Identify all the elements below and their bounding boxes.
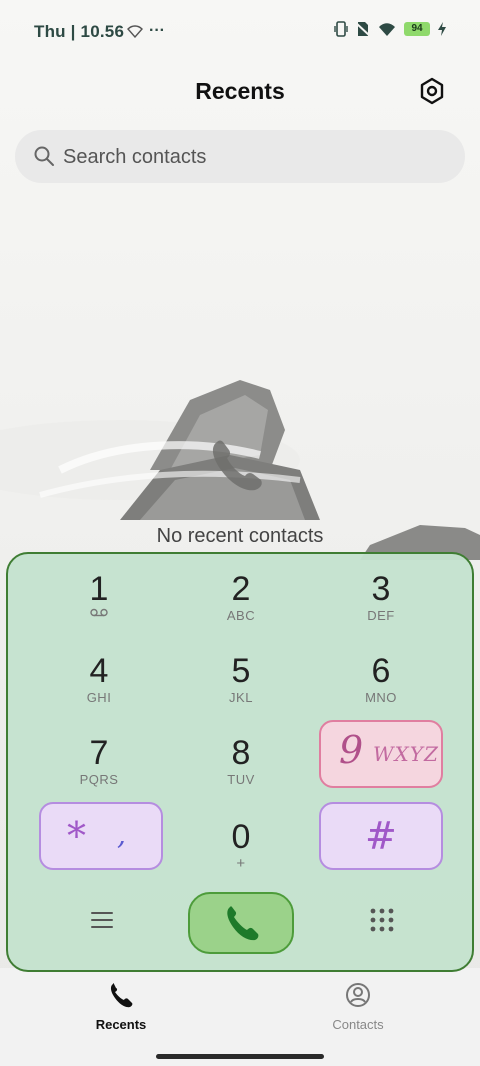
key-digit: * [67,814,86,858]
empty-state-text: No recent contacts [156,525,324,547]
key-digit: # [365,814,397,858]
phone-icon [227,906,259,941]
wifi-question-icon [127,25,143,38]
settings-button[interactable] [414,73,450,109]
call-button[interactable] [188,892,294,954]
phone-placeholder-icon [212,440,262,491]
status-left-icons: ··· [127,22,165,40]
contacts-icon [346,983,370,1007]
no-sim-icon [356,22,370,37]
key-letters: + [236,855,246,872]
phone-recents-icon [110,983,133,1008]
status-time: Thu | 10.56 [34,22,125,41]
key-digit: 6 [371,652,391,690]
key-letters: PQRS [79,772,119,787]
key-letters: WXYZ [373,742,439,766]
status-right-icons: 94 [334,21,446,37]
key-digit: 5 [231,652,251,690]
charging-icon [438,22,446,36]
wifi-icon [379,22,395,36]
key-letters: MNO [365,690,397,705]
dialpad-key-1[interactable]: 1 [37,562,161,630]
key-digit: 8 [231,734,251,772]
more-status-icon: ··· [149,22,165,39]
dialpad-key-0[interactable]: 0 + [179,810,303,878]
dialpad-key-3[interactable]: 3 DEF [319,562,443,630]
nav-item-contacts[interactable]: Contacts [298,982,418,1032]
dialpad-key-7[interactable]: 7 PQRS [37,726,161,794]
menu-icon[interactable] [88,906,116,934]
dialpad-key-8[interactable]: 8 TUV [179,726,303,794]
key-letters: DEF [367,608,395,623]
dialpad-key-5[interactable]: 5 JKL [179,644,303,712]
page-title: Recents [195,78,285,104]
battery-indicator: 94 [404,22,430,36]
dialpad-key-hash[interactable]: # [319,802,443,870]
dialpad-key-star[interactable]: * , [39,802,163,870]
key-digit: 2 [231,570,251,608]
bottom-navigation: Recents Contacts [0,968,480,1066]
nav-label-recents: Recents [95,1017,147,1032]
key-digit: 1 [89,570,109,608]
dialpad-key-6[interactable]: 6 MNO [319,644,443,712]
key-letters: ABC [226,608,256,623]
home-indicator[interactable] [156,1054,324,1059]
key-digit: 0 [231,818,251,856]
key-letters: , [117,818,126,851]
keypad-toggle-icon[interactable] [368,906,396,934]
settings-gear-icon [420,77,444,105]
key-digit: 7 [89,734,109,772]
key-digit: 3 [371,570,391,608]
status-bar: Thu | 10.56 ··· 94 [0,0,480,62]
search-icon [34,146,54,166]
voicemail-icon [90,608,108,617]
dialpad-key-4[interactable]: 4 GHI [37,644,161,712]
vibrate-icon [334,21,348,37]
key-letters: GHI [86,690,112,705]
dialpad-key-9[interactable]: 9 WXYZ [319,720,443,788]
dialpad-key-2[interactable]: 2 ABC [179,562,303,630]
key-letters: JKL [229,690,253,705]
key-digit: 9 [339,728,364,772]
key-letters: TUV [227,772,255,787]
key-digit: 4 [89,652,109,690]
nav-item-recents[interactable]: Recents [61,982,181,1032]
dialpad: 1 2 ABC 3 DEF 4 GHI 5 JKL 6 MNO 7 PQRS 8… [6,552,474,972]
search-input[interactable] [63,144,443,170]
search-bar[interactable] [15,130,465,183]
nav-label-contacts: Contacts [332,1017,384,1032]
